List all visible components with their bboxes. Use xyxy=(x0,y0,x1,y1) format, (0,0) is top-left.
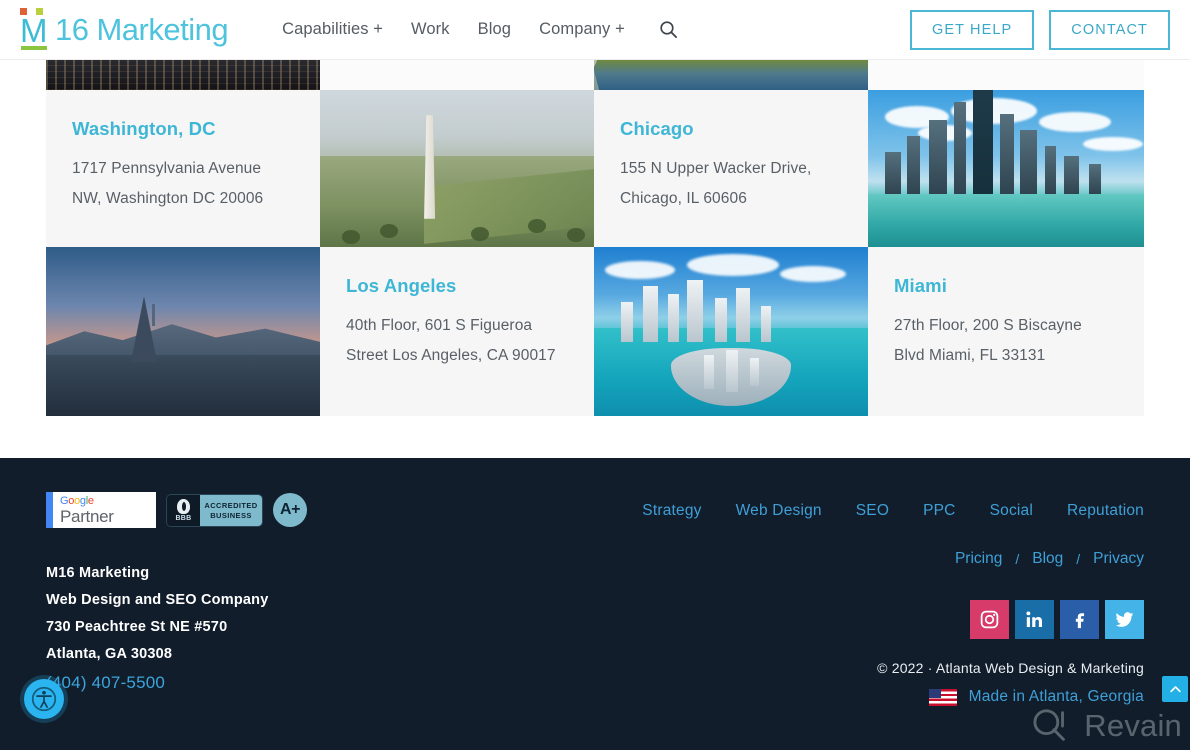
us-flag-icon xyxy=(928,688,957,706)
back-to-top-button[interactable] xyxy=(1162,676,1188,702)
location-address-line1-washington: 1717 Pennsylvania Avenue xyxy=(72,160,262,177)
footer-link-privacy[interactable]: Privacy xyxy=(1093,550,1144,568)
footer-address-block: M16 Marketing Web Design and SEO Company… xyxy=(46,560,268,698)
location-card-los-angeles: Los Angeles 40th Floor, 601 S Figueroa S… xyxy=(320,247,594,416)
footer-link-seo[interactable]: SEO xyxy=(856,502,889,520)
linkedin-icon[interactable] xyxy=(1015,600,1054,639)
location-address-line2-los-angeles: Street Los Angeles, CA 90017 xyxy=(346,347,556,364)
bbb-mark-label: BBB xyxy=(175,514,192,522)
location-card-washington: Washington, DC 1717 Pennsylvania Avenue … xyxy=(46,90,320,247)
location-address-line2-washington: NW, Washington DC 20006 xyxy=(72,190,264,207)
footer-link-separator-1: / xyxy=(1015,551,1020,567)
bbb-business-label: BUSINESS xyxy=(210,510,252,520)
nav-item-work[interactable]: Work xyxy=(411,20,450,39)
google-badge-stripe xyxy=(46,492,53,528)
bbb-accredited-badge: BBB ACCREDITED BUSINESS xyxy=(166,493,263,527)
main-nav: Capabilities + Work Blog Company + xyxy=(282,20,678,39)
location-address-line1-miami: 27th Floor, 200 S Biscayne xyxy=(894,317,1082,334)
logo-wordmark: Marketing xyxy=(96,11,229,47)
miami-bay-photo xyxy=(594,247,868,416)
social-links xyxy=(970,600,1144,639)
instagram-icon[interactable] xyxy=(970,600,1009,639)
grid-spacer-top-1 xyxy=(320,60,594,90)
footer-link-social[interactable]: Social xyxy=(990,502,1033,520)
footer-service-links: Strategy Web Design SEO PPC Social Reput… xyxy=(642,502,1144,520)
accessibility-button[interactable] xyxy=(24,679,64,719)
footer-phone-link[interactable]: (404) 407-5500 xyxy=(46,668,268,698)
location-address-line2-chicago: Chicago, IL 60606 xyxy=(620,190,747,207)
site-footer: Google Partner BBB ACCREDITED BUSINESS A… xyxy=(0,458,1190,750)
footer-secondary-links: Pricing / Blog / Privacy xyxy=(955,550,1144,568)
chevron-up-icon xyxy=(1169,685,1181,692)
logo-mark-icon: M xyxy=(20,7,54,52)
los-angeles-dusk-photo xyxy=(46,247,320,416)
bbb-accredited-label: ACCREDITED xyxy=(204,500,258,510)
location-card-chicago: Chicago 155 N Upper Wacker Drive, Chicag… xyxy=(594,90,868,247)
photo-aerial-highway-crop xyxy=(594,60,868,90)
footer-street: 730 Peachtree St NE #570 xyxy=(46,619,228,635)
location-city-chicago[interactable]: Chicago xyxy=(620,118,844,140)
logo-number: 16 xyxy=(55,11,89,47)
twitter-icon[interactable] xyxy=(1105,600,1144,639)
location-card-miami: Miami 27th Floor, 200 S Biscayne Blvd Mi… xyxy=(868,247,1144,416)
google-partner-label: Partner xyxy=(60,506,114,526)
location-address-line1-chicago: 155 N Upper Wacker Drive, xyxy=(620,160,812,177)
nav-item-company[interactable]: Company + xyxy=(539,20,625,39)
footer-link-blog[interactable]: Blog xyxy=(1032,550,1063,568)
location-city-miami[interactable]: Miami xyxy=(894,275,1120,297)
logo-underline xyxy=(21,45,47,50)
nav-item-capabilities[interactable]: Capabilities + xyxy=(282,20,383,39)
washington-monument-photo xyxy=(320,90,594,247)
footer-company-name: M16 Marketing xyxy=(46,565,150,581)
location-city-los-angeles[interactable]: Los Angeles xyxy=(346,275,570,297)
photo-atlanta-night-crop xyxy=(46,60,320,90)
contact-button[interactable]: CONTACT xyxy=(1049,9,1170,50)
get-help-button[interactable]: GET HELP xyxy=(910,9,1035,50)
google-partner-badge: Google Partner xyxy=(46,492,156,528)
nav-item-blog[interactable]: Blog xyxy=(478,20,511,39)
chicago-skyline-photo xyxy=(868,90,1144,247)
footer-link-web-design[interactable]: Web Design xyxy=(736,502,822,520)
bbb-rating-badge: A+ xyxy=(273,493,307,527)
site-logo[interactable]: M 16 Marketing xyxy=(20,7,229,52)
footer-city-state: Atlanta, GA 30308 xyxy=(46,646,173,662)
made-in-block: Made in Atlanta, Georgia xyxy=(928,688,1144,706)
header-actions: GET HELP CONTACT xyxy=(910,9,1170,50)
bbb-torch-icon xyxy=(177,498,190,514)
footer-link-ppc[interactable]: PPC xyxy=(923,502,955,520)
footer-link-separator-2: / xyxy=(1076,551,1081,567)
facebook-icon[interactable] xyxy=(1060,600,1099,639)
site-header: M 16 Marketing Capabilities + Work Blog … xyxy=(0,0,1190,60)
location-city-washington[interactable]: Washington, DC xyxy=(72,118,296,140)
made-in-link[interactable]: Made in Atlanta, Georgia xyxy=(969,688,1144,706)
location-address-line1-los-angeles: 40th Floor, 601 S Figueroa xyxy=(346,317,533,334)
footer-link-reputation[interactable]: Reputation xyxy=(1067,502,1144,520)
footer-link-pricing[interactable]: Pricing xyxy=(955,550,1002,568)
copyright-text: © 2022 · Atlanta Web Design & Marketing xyxy=(877,660,1144,676)
location-address-line2-miami: Blvd Miami, FL 33131 xyxy=(894,347,1046,364)
google-wordmark: Google xyxy=(60,494,94,507)
locations-grid: Washington, DC 1717 Pennsylvania Avenue … xyxy=(46,60,1144,416)
grid-spacer-top-2 xyxy=(868,60,1144,90)
footer-company-tagline: Web Design and SEO Company xyxy=(46,592,269,608)
footer-link-strategy[interactable]: Strategy xyxy=(642,502,701,520)
search-icon[interactable] xyxy=(659,20,678,39)
footer-badges: Google Partner BBB ACCREDITED BUSINESS A… xyxy=(46,492,307,528)
logo-letter-m: M xyxy=(20,11,47,49)
